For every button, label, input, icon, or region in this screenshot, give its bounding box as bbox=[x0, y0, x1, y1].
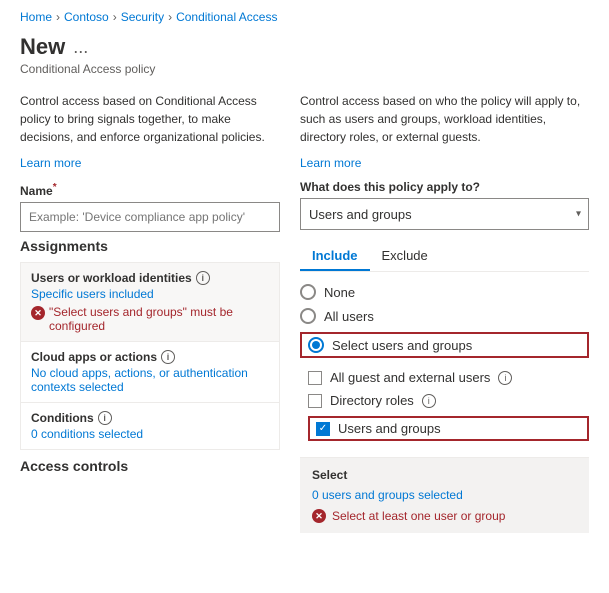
users-section-label: Users or workload identities bbox=[31, 271, 192, 285]
policy-label: What does this policy apply to? bbox=[300, 180, 589, 194]
tab-exclude[interactable]: Exclude bbox=[370, 242, 440, 271]
breadcrumb: Home › Contoso › Security › Conditional … bbox=[0, 0, 609, 30]
page-ellipsis: ... bbox=[73, 37, 88, 58]
name-input[interactable] bbox=[20, 202, 280, 232]
conditions-item[interactable]: Conditions i 0 conditions selected bbox=[21, 403, 279, 449]
radio-all-users-input[interactable] bbox=[300, 308, 316, 324]
select-error-text: Select at least one user or group bbox=[332, 509, 505, 523]
radio-all-users-label: All users bbox=[324, 309, 374, 324]
left-description: Control access based on Conditional Acce… bbox=[20, 92, 280, 146]
radio-none-input[interactable] bbox=[300, 284, 316, 300]
checkbox-users-groups-label: Users and groups bbox=[338, 421, 441, 436]
users-info-icon: i bbox=[196, 271, 210, 285]
checkbox-guest-users[interactable]: All guest and external users i bbox=[308, 370, 589, 385]
conditions-info-icon: i bbox=[98, 411, 112, 425]
left-learn-more[interactable]: Learn more bbox=[20, 156, 280, 170]
checkbox-users-groups-input[interactable]: ✓ bbox=[316, 422, 330, 436]
users-error: ✕ "Select users and groups" must be conf… bbox=[31, 305, 269, 333]
page-title: New bbox=[20, 34, 65, 60]
right-panel: Control access based on who the policy w… bbox=[300, 92, 589, 533]
radio-group: None All users Select users and groups bbox=[300, 284, 589, 358]
page-subtitle: Conditional Access policy bbox=[20, 62, 589, 76]
radio-all-users[interactable]: All users bbox=[300, 308, 589, 324]
breadcrumb-conditional-access[interactable]: Conditional Access bbox=[176, 10, 277, 24]
select-section-title: Select bbox=[312, 468, 577, 482]
checkbox-users-groups[interactable]: ✓ Users and groups bbox=[308, 416, 589, 441]
radio-none-label: None bbox=[324, 285, 355, 300]
right-learn-more[interactable]: Learn more bbox=[300, 156, 589, 170]
tab-include[interactable]: Include bbox=[300, 242, 370, 271]
radio-none[interactable]: None bbox=[300, 284, 589, 300]
cloud-apps-item[interactable]: Cloud apps or actions i No cloud apps, a… bbox=[21, 342, 279, 403]
users-sub: Specific users included bbox=[31, 287, 269, 301]
radio-select-users-input[interactable] bbox=[308, 337, 324, 353]
radio-select-users-label: Select users and groups bbox=[332, 338, 472, 353]
name-label: Name* bbox=[20, 182, 280, 198]
select-section: Select 0 users and groups selected ✕ Sel… bbox=[300, 457, 589, 533]
cloud-section-label: Cloud apps or actions bbox=[31, 350, 157, 364]
tabs: Include Exclude bbox=[300, 242, 589, 272]
checkbox-guest-users-input[interactable] bbox=[308, 371, 322, 385]
cloud-sub: No cloud apps, actions, or authenticatio… bbox=[31, 366, 269, 394]
dropdown-container: Users and groups ▾ bbox=[300, 198, 589, 230]
breadcrumb-contoso[interactable]: Contoso bbox=[64, 10, 109, 24]
guest-users-info-icon: i bbox=[498, 371, 512, 385]
checkbox-guest-users-label: All guest and external users bbox=[330, 370, 490, 385]
assignments-section: Users or workload identities i Specific … bbox=[20, 262, 280, 450]
policy-dropdown[interactable]: Users and groups bbox=[300, 198, 589, 230]
checkbox-directory-roles-input[interactable] bbox=[308, 394, 322, 408]
selected-count: 0 users and groups selected bbox=[312, 488, 577, 502]
left-panel: Control access based on Conditional Acce… bbox=[20, 92, 280, 533]
access-controls-title: Access controls bbox=[20, 458, 280, 474]
conditions-label: Conditions bbox=[31, 411, 94, 425]
checkbox-directory-roles-label: Directory roles bbox=[330, 393, 414, 408]
directory-roles-info-icon: i bbox=[422, 394, 436, 408]
conditions-sub: 0 conditions selected bbox=[31, 427, 269, 441]
users-workload-item[interactable]: Users or workload identities i Specific … bbox=[21, 263, 279, 342]
select-error: ✕ Select at least one user or group bbox=[312, 508, 577, 523]
checkbox-directory-roles[interactable]: Directory roles i bbox=[308, 393, 589, 408]
radio-select-users[interactable]: Select users and groups bbox=[300, 332, 589, 358]
page-header: New ... Conditional Access policy bbox=[0, 30, 609, 84]
breadcrumb-home[interactable]: Home bbox=[20, 10, 52, 24]
select-error-icon: ✕ bbox=[312, 509, 326, 523]
checkbox-group: All guest and external users i Directory… bbox=[300, 370, 589, 441]
breadcrumb-security[interactable]: Security bbox=[121, 10, 164, 24]
users-error-icon: ✕ bbox=[31, 306, 45, 320]
right-description: Control access based on who the policy w… bbox=[300, 92, 589, 146]
assignments-title: Assignments bbox=[20, 238, 280, 254]
cloud-info-icon: i bbox=[161, 350, 175, 364]
